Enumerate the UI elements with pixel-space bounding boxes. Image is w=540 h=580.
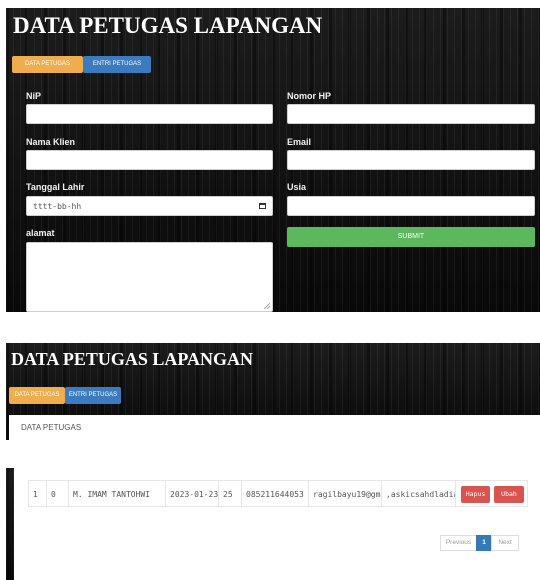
page-title-2: DATA PETUGAS LAPANGAN [11,349,254,369]
cell-nama: M. IMAM TANTOHWI [68,481,165,506]
tanggal-lahir-input[interactable]: tttt-bb-hh [26,196,273,216]
nomor-hp-input[interactable] [287,104,535,124]
cell-no: 1 [28,481,46,506]
usia-label: Usia [287,182,307,192]
cell-tanggal-lahir: 2023-01-23 [165,481,218,506]
panel-heading: DATA PETUGAS [21,423,82,432]
alamat-label: alamat [26,228,55,238]
table-row: 1 0 M. IMAM TANTOHWI 2023-01-23 25 08521… [28,480,528,507]
data-petugas-panel: DATA PETUGAS [9,415,540,440]
tab-entri-petugas-2[interactable]: ENTRI PETUGAS [65,387,121,404]
nip-input[interactable] [26,104,273,124]
tab-data-petugas-2[interactable]: DATA PETUGAS [9,387,65,404]
email-label: Email [287,137,312,147]
tanggal-lahir-label: Tanggal Lahir [26,182,85,192]
data-list-screen: DATA PETUGAS LAPANGAN DATA PETUGAS ENTRI… [6,343,540,440]
cell-usia: 25 [218,481,241,506]
resize-handle-icon[interactable] [264,303,270,309]
cell-nip: 0 [46,481,68,506]
ubah-button[interactable]: Ubah [494,486,524,503]
table-card: 1 0 M. IMAM TANTOHWI 2023-01-23 25 08521… [14,468,540,580]
pagination-previous[interactable]: Previous [440,535,477,551]
calendar-icon[interactable] [259,203,266,209]
pagination-next[interactable]: Next [491,535,519,551]
page-title: DATA PETUGAS LAPANGAN [13,13,323,38]
nip-label: NiP [26,91,42,101]
nomor-hp-label: Nomor HP [287,91,332,101]
email-input[interactable] [287,150,535,170]
tab-entri-petugas[interactable]: ENTRI PETUGAS [83,56,151,73]
submit-button[interactable]: SUBMIT [287,227,535,247]
hapus-button[interactable]: Hapus [461,486,490,503]
usia-input[interactable] [287,196,535,216]
tab-data-petugas[interactable]: DATA PETUGAS [12,56,83,73]
cell-nomor-hp: 085211644053 [241,481,308,506]
date-placeholder: tttt-bb-hh [33,202,82,211]
cell-actions: Hapus Ubah [455,481,528,506]
nama-klien-input[interactable] [26,150,273,170]
cell-alamat: ,askicsahdladiay [381,481,455,506]
entry-form-screen: DATA PETUGAS LAPANGAN DATA PETUGAS ENTRI… [6,8,540,312]
alamat-textarea[interactable] [26,242,273,312]
table-screen: 1 0 M. IMAM TANTOHWI 2023-01-23 25 08521… [6,468,540,580]
pagination-page-1[interactable]: 1 [476,535,492,551]
nama-klien-label: Nama Klien [26,137,76,147]
cell-email: ragilbayu19@gma [308,481,381,506]
